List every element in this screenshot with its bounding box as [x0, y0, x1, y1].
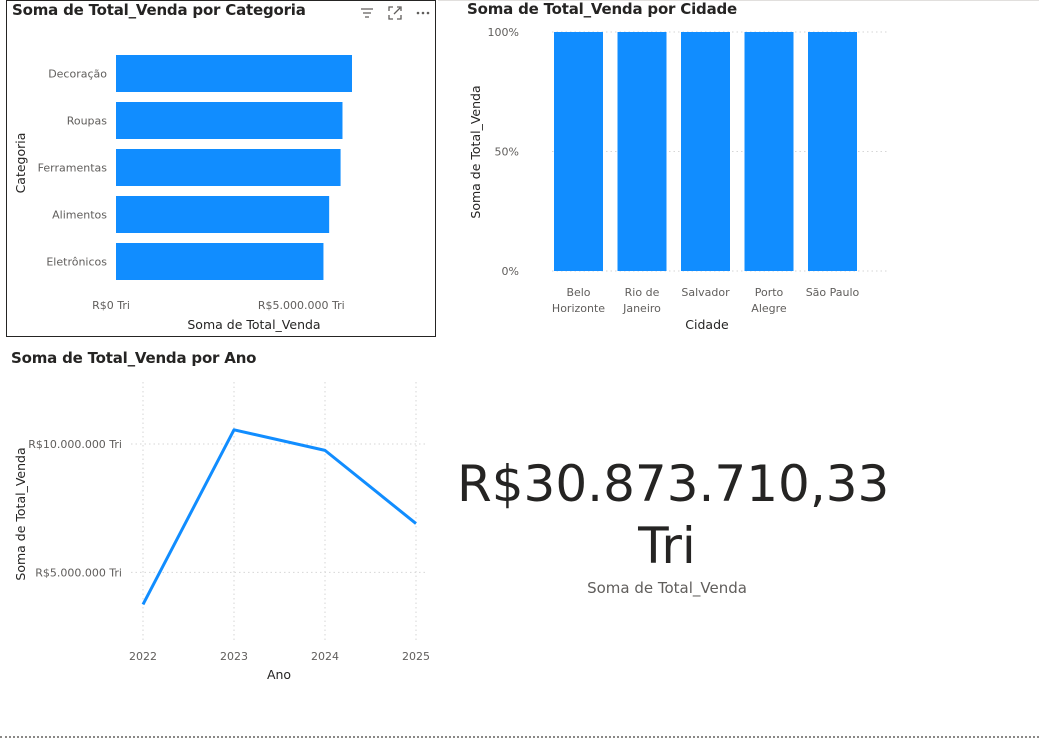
- category-bar: [116, 196, 330, 233]
- category-bar-visual[interactable]: Soma de Total_Venda por Categoria Decora…: [6, 0, 436, 337]
- y-tick-label: R$10.000.000 Tri: [28, 438, 122, 451]
- year-line-chart: 2022 2023 2024 2025 R$5.000.000 Tri R$10.000.…: [13, 382, 430, 682]
- city-bar: [808, 32, 857, 271]
- x-axis-title: Ano: [267, 667, 291, 682]
- category-tick-label: Ferramentas: [38, 162, 108, 175]
- city-bar: [554, 32, 603, 271]
- y-tick-label: 100%: [488, 26, 519, 39]
- y-tick-label: 0%: [502, 265, 519, 278]
- city-tick-label: Horizonte: [552, 302, 605, 315]
- city-tick-label: Alegre: [751, 302, 787, 315]
- x-tick-label: 2025: [402, 650, 430, 663]
- city-tick-label: Janeiro: [622, 302, 661, 315]
- y-tick-label: 50%: [495, 146, 519, 159]
- category-bar-chart: Decoração Roupas Ferramentas Alimentos Eletr…: [13, 55, 352, 332]
- card-label: Soma de Total_Venda: [587, 579, 747, 597]
- card-value-line2: Tri: [638, 517, 696, 575]
- category-bar: [116, 243, 324, 280]
- y-axis-title: Soma de Total_Venda: [13, 447, 28, 580]
- city-bar-chart: 0% 50% 100% Belo Horizonte Rio de Janeiro Salva…: [468, 26, 887, 332]
- x-tick-label: 2023: [220, 650, 248, 663]
- total-card-visual[interactable]: R$30.873.710,33 Tri Soma de Total_Venda: [457, 440, 890, 610]
- sales-line-series: [141, 428, 417, 606]
- city-tick-label: Porto: [755, 286, 784, 299]
- category-tick-label: Eletrônicos: [46, 256, 107, 269]
- canvas-bottom-border: [0, 736, 1039, 738]
- y-tick-label: R$5.000.000 Tri: [35, 566, 122, 579]
- y-axis-title: Categoria: [13, 133, 28, 194]
- x-tick-label: R$0 Tri: [92, 299, 130, 312]
- category-bar: [116, 102, 343, 139]
- x-axis-title: Soma de Total_Venda: [187, 317, 320, 332]
- city-bar-visual[interactable]: Soma de Total_Venda por Cidade 0% 50% 100%…: [462, 0, 902, 337]
- city-tick-label: Belo: [566, 286, 590, 299]
- x-tick-label: 2024: [311, 650, 339, 663]
- card-value-line1: R$30.873.710,33: [457, 455, 890, 513]
- city-tick-label: São Paulo: [806, 286, 860, 299]
- category-tick-label: Roupas: [67, 115, 108, 128]
- x-tick-label: R$5.000.000 Tri: [258, 299, 345, 312]
- x-tick-label: 2022: [129, 650, 157, 663]
- year-line-visual[interactable]: Soma de Total_Venda por Ano 2022 2023 2024…: [6, 344, 436, 689]
- category-tick-label: Decoração: [48, 68, 107, 81]
- category-bar: [116, 55, 352, 92]
- x-axis-title: Cidade: [685, 317, 729, 332]
- category-bar: [116, 149, 341, 186]
- city-tick-label: Salvador: [681, 286, 730, 299]
- city-tick-label: Rio de: [625, 286, 660, 299]
- y-axis-title: Soma de Total_Venda: [468, 85, 483, 218]
- category-tick-label: Alimentos: [52, 209, 107, 222]
- city-bar: [744, 32, 794, 271]
- city-bar: [617, 32, 667, 271]
- city-bar: [681, 32, 730, 271]
